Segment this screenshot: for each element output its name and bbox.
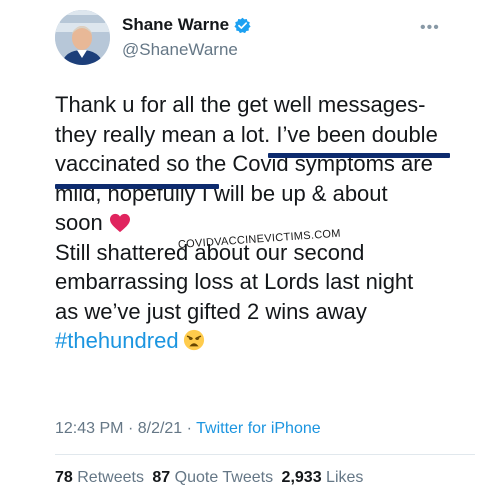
annotation-underline [268, 153, 450, 158]
quote-tweets-stat[interactable]: 87 Quote Tweets [152, 469, 273, 486]
verified-badge-icon [234, 17, 251, 34]
tweet-line: as we’ve just gifted 2 wins away [55, 298, 367, 324]
tweet-line: soon [55, 210, 103, 235]
annotation-underline [55, 184, 219, 189]
meta-separator: · [186, 420, 192, 437]
tweet-date[interactable]: 8/2/21 [138, 420, 182, 437]
retweets-count: 78 [55, 469, 73, 486]
tweet-time[interactable]: 12:43 PM [55, 420, 123, 437]
hashtag-link[interactable]: #thehundred [55, 328, 179, 353]
avatar[interactable] [55, 10, 110, 65]
hashtag-line: #thehundred [55, 326, 475, 356]
red-heart-emoji-icon [109, 211, 131, 241]
tweet-meta: 12:43 PM · 8/2/21 · Twitter for iPhone [55, 420, 321, 438]
tweet-line: Thank u for all the get well messages- [55, 92, 426, 117]
likes-count: 2,933 [281, 469, 322, 486]
author-handle[interactable]: @ShaneWarne [122, 40, 238, 60]
tweet-line: they really mean a lot. I’ve been double [55, 121, 438, 147]
more-options-icon[interactable]: ••• [420, 20, 440, 36]
quote-tweets-count: 87 [152, 469, 171, 486]
divider [55, 454, 475, 455]
likes-stat[interactable]: 2,933 Likes [282, 469, 364, 486]
retweets-stat[interactable]: 78 Retweets [55, 469, 144, 486]
quote-tweets-label: Quote Tweets [174, 469, 274, 486]
tweet-line: embarrassing loss at Lords last night [55, 269, 414, 294]
tweet-source-link[interactable]: Twitter for iPhone [196, 420, 321, 437]
tweet-stats: 78 Retweets 87 Quote Tweets 2,933 Likes [55, 469, 367, 487]
likes-label: Likes [326, 469, 364, 486]
meta-separator: · [127, 420, 134, 437]
retweets-label: Retweets [77, 469, 144, 486]
tweet-text: Thank u for all the get well messages- t… [55, 90, 475, 356]
tweet-line: mild, hopefully I will be up & about [55, 180, 388, 206]
weary-face-emoji-icon [183, 329, 205, 359]
author-display-name[interactable]: Shane Warne [122, 15, 229, 35]
